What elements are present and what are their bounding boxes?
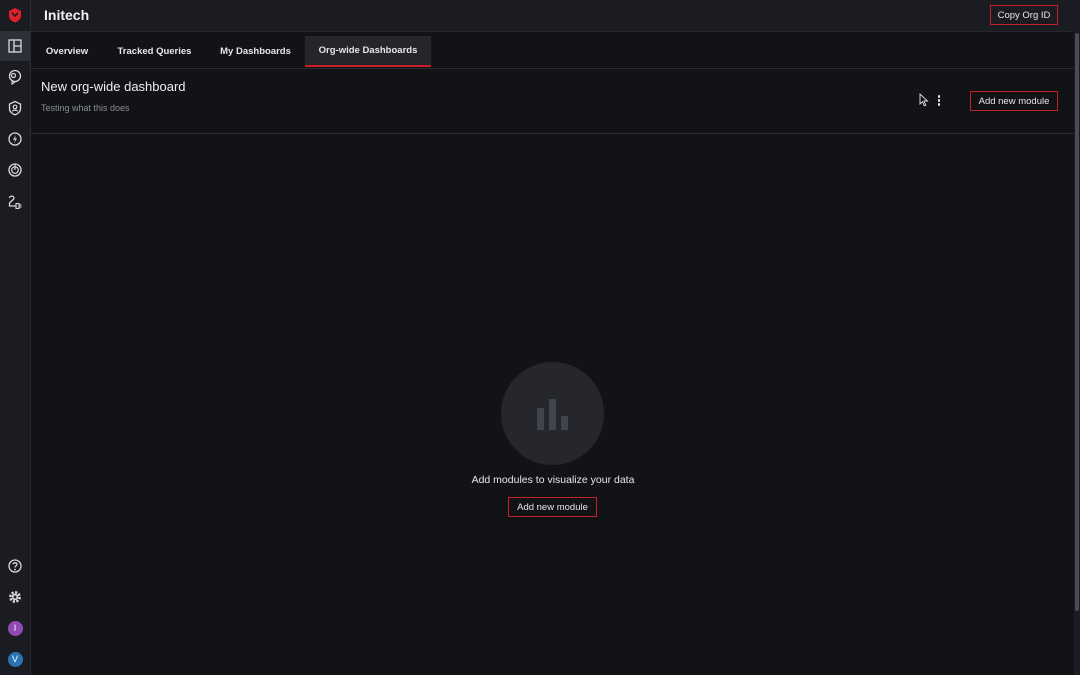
- logo-button[interactable]: [0, 0, 30, 30]
- tab-org-wide-dashboards[interactable]: Org-wide Dashboards: [305, 36, 431, 67]
- empty-state-add-module-button[interactable]: Add new module: [508, 497, 597, 517]
- radar-icon: [8, 163, 22, 177]
- insights-icon: [8, 69, 22, 85]
- org-avatar-button[interactable]: I: [0, 613, 30, 643]
- sidebar-item-help[interactable]: [0, 551, 30, 581]
- user-avatar: V: [7, 651, 23, 667]
- logo-icon: [9, 8, 21, 23]
- tab-bar: Overview Tracked Queries My Dashboards O…: [31, 36, 1074, 69]
- sidebar-item-insights[interactable]: [0, 62, 30, 92]
- add-new-module-button[interactable]: Add new module: [970, 91, 1058, 111]
- user-avatar-button[interactable]: V: [0, 644, 30, 674]
- org-avatar: I: [7, 620, 23, 636]
- sidebar-item-security[interactable]: [0, 93, 30, 123]
- empty-state-message: Add modules to visualize your data: [471, 474, 635, 486]
- dashboards-icon: [8, 39, 22, 53]
- sidebar-item-integrations[interactable]: [0, 186, 30, 216]
- integrations-icon: [8, 195, 22, 209]
- tab-my-dashboards[interactable]: My Dashboards: [206, 36, 305, 67]
- settings-icon: [9, 591, 21, 603]
- bar-chart-icon: [536, 398, 568, 430]
- shield-icon: [8, 100, 22, 116]
- help-icon: [8, 559, 22, 573]
- tab-overview[interactable]: Overview: [31, 36, 103, 67]
- copy-org-id-button[interactable]: Copy Org ID: [990, 5, 1058, 25]
- sidebar-item-settings[interactable]: [0, 582, 30, 612]
- sidebar-item-dashboards[interactable]: [0, 31, 30, 61]
- dashboard-description: Testing what this does: [41, 103, 130, 113]
- dashboard-title: New org-wide dashboard: [41, 79, 186, 94]
- mouse-cursor-icon: [919, 93, 929, 107]
- scrollbar-thumb[interactable]: [1075, 33, 1079, 611]
- more-options-icon[interactable]: [933, 94, 945, 108]
- sidebar-item-radar[interactable]: [0, 155, 30, 185]
- sidebar: I V: [0, 0, 31, 675]
- dashboard-header: New org-wide dashboard Testing what this…: [31, 69, 1074, 134]
- tab-tracked-queries[interactable]: Tracked Queries: [103, 36, 206, 67]
- empty-state-illustration: [501, 362, 604, 465]
- lightning-icon: [8, 132, 22, 146]
- org-name: Initech: [44, 7, 90, 23]
- top-bar: Initech Copy Org ID: [31, 0, 1080, 32]
- sidebar-item-events[interactable]: [0, 124, 30, 154]
